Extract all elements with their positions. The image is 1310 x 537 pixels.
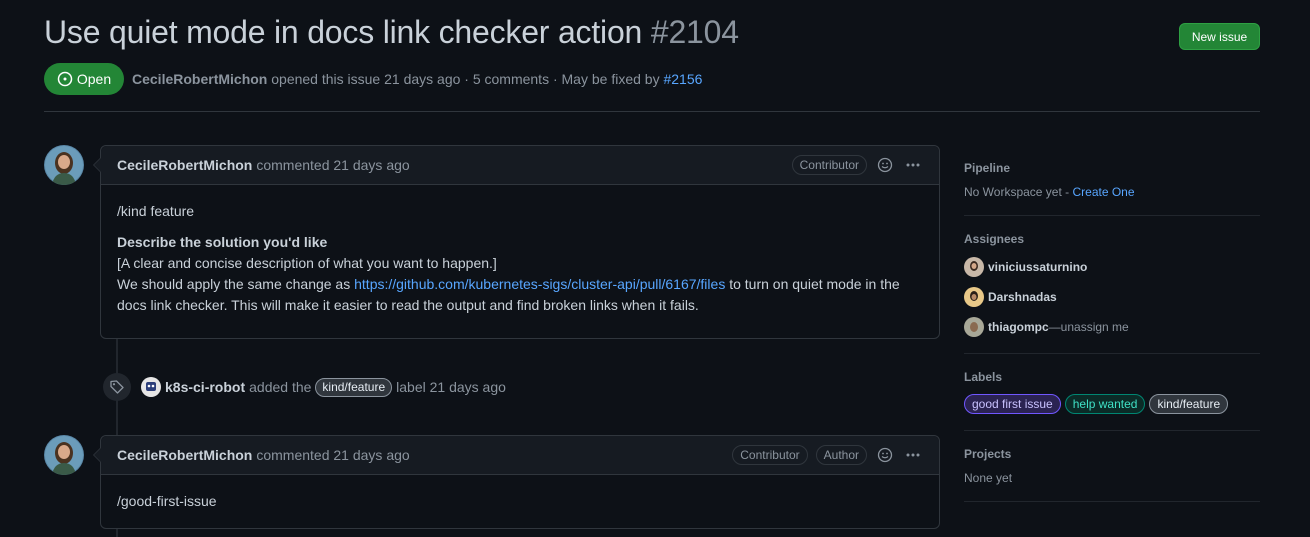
comment-1: CecileRobertMichon commented 21 days ago…: [93, 145, 940, 339]
label-help-wanted[interactable]: help wanted: [1064, 394, 1146, 414]
contributor-badge: Contributor: [732, 445, 808, 465]
state-label: Open: [76, 71, 112, 87]
comment-line: docs link checker. This will make it eas…: [117, 297, 699, 313]
pipeline-heading: Pipeline: [964, 161, 1011, 175]
comment-heading: Describe the solution you'd like: [117, 234, 328, 250]
comment-line: [A clear and concise description of what…: [117, 255, 497, 271]
new-issue-button[interactable]: New issue: [1179, 23, 1260, 50]
comment-line: /good-first-issue: [117, 493, 217, 509]
issue-title: Use quiet mode in docs link checker acti…: [44, 14, 739, 51]
avatar: [964, 256, 984, 277]
pipeline-status: No Workspace yet -: [964, 185, 1070, 199]
pipeline-text: No Workspace yet - Create One: [964, 185, 1260, 199]
comment-timestamp[interactable]: commented 21 days ago: [256, 157, 409, 173]
header-divider: [44, 111, 1260, 112]
label-good-first-issue[interactable]: good first issue: [964, 394, 1061, 414]
comment-body: /good-first-issue: [101, 475, 939, 528]
kebab-horizontal-icon[interactable]: [903, 155, 923, 175]
assignee-name[interactable]: thiagompc: [988, 320, 1049, 334]
comment-author[interactable]: CecileRobertMichon: [117, 157, 252, 173]
avatar-image: [44, 435, 84, 475]
smiley-icon[interactable]: [875, 445, 895, 465]
issue-number: #2104: [650, 14, 739, 50]
state-badge: Open: [44, 63, 124, 95]
issue-author-link[interactable]: CecileRobertMichon: [132, 71, 267, 87]
event-label[interactable]: kind/feature: [315, 377, 393, 397]
assignees-heading[interactable]: Assignees: [964, 232, 1260, 246]
event-text: label 21 days ago: [396, 379, 506, 395]
comment-body: /kind feature Describe the solution you'…: [101, 185, 939, 332]
issue-meta: Open CecileRobertMichon opened this issu…: [44, 63, 702, 95]
kebab-horizontal-icon[interactable]: [903, 445, 923, 465]
labels-heading[interactable]: Labels: [964, 370, 1260, 384]
comment-actions: Contributor Author: [732, 445, 923, 465]
smiley-icon[interactable]: [875, 155, 895, 175]
issue-sidebar: Pipeline No Workspace yet - Create One A…: [964, 145, 1260, 502]
create-workspace-link[interactable]: Create One: [1073, 185, 1135, 199]
assignee-item[interactable]: viniciussaturnino: [964, 256, 1260, 277]
contributor-badge: Contributor: [791, 155, 867, 175]
assignee-item[interactable]: Darshnadas: [964, 286, 1260, 307]
pipeline-section: Pipeline No Workspace yet - Create One: [964, 145, 1260, 216]
event-text: added the: [249, 379, 312, 395]
issue-opened-icon: [57, 71, 73, 87]
projects-text: None yet: [964, 471, 1013, 485]
assignee-item[interactable]: thiagompc —unassign me: [964, 316, 1260, 337]
avatar-image: [44, 145, 84, 185]
labels-list: good first issue help wanted kind/featur…: [964, 394, 1260, 414]
issue-title-text: Use quiet mode in docs link checker acti…: [44, 14, 643, 50]
comment-header: CecileRobertMichon commented 21 days ago…: [93, 436, 939, 475]
comment-timestamp[interactable]: commented 21 days ago: [256, 447, 409, 463]
assignee-name[interactable]: viniciussaturnino: [988, 260, 1087, 274]
avatar: [964, 286, 984, 307]
opened-text: opened this issue 21 days ago · 5 commen…: [271, 71, 660, 87]
issue-meta-text: CecileRobertMichon opened this issue 21 …: [132, 71, 702, 87]
assignees-section: Assignees viniciussaturnino Darshnadas t…: [964, 216, 1260, 354]
tag-icon: [103, 373, 131, 401]
comment-line: /kind feature: [117, 203, 195, 219]
avatar[interactable]: [44, 435, 84, 475]
bot-avatar[interactable]: [141, 377, 161, 397]
comment-author[interactable]: CecileRobertMichon: [117, 447, 252, 463]
avatar: [964, 316, 984, 337]
unassign-me-link[interactable]: —unassign me: [1049, 320, 1129, 334]
event-actor[interactable]: k8s-ci-robot: [165, 379, 245, 395]
avatar[interactable]: [44, 145, 84, 185]
label-event: k8s-ci-robot added the kind/feature labe…: [103, 373, 506, 401]
labels-section: Labels good first issue help wanted kind…: [964, 354, 1260, 431]
comment-2: CecileRobertMichon commented 21 days ago…: [93, 435, 940, 529]
fixed-by-link[interactable]: #2156: [663, 71, 702, 87]
author-badge: Author: [815, 445, 867, 465]
comment-header: CecileRobertMichon commented 21 days ago…: [93, 146, 939, 185]
projects-section: Projects None yet: [964, 431, 1260, 502]
pull-request-link[interactable]: https://github.com/kubernetes-sigs/clust…: [354, 276, 725, 292]
assignee-name[interactable]: Darshnadas: [988, 290, 1057, 304]
comment-text: We should apply the same change as: [117, 276, 351, 292]
comment-actions: Contributor: [791, 155, 923, 175]
projects-heading[interactable]: Projects: [964, 447, 1260, 461]
comment-text: to turn on quiet mode in the: [729, 276, 900, 292]
label-kind-feature[interactable]: kind/feature: [1149, 394, 1229, 414]
